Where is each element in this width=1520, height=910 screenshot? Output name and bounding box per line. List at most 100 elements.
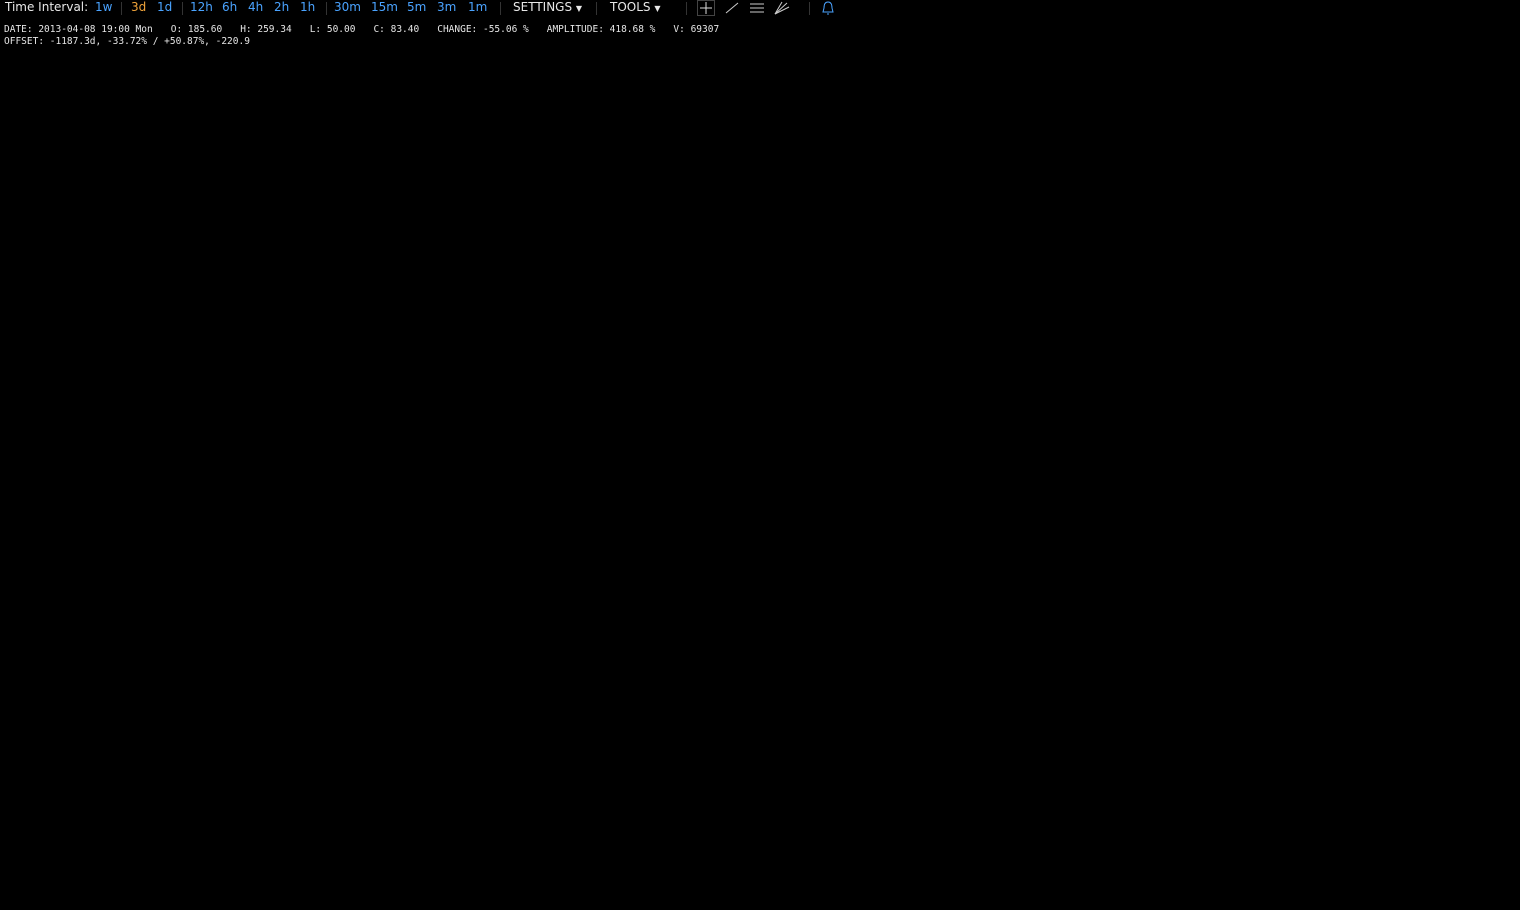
candle-body bbox=[782, 712, 786, 714]
volume-bar bbox=[728, 874, 732, 884]
candle-body bbox=[942, 703, 946, 707]
volume-bar bbox=[453, 880, 457, 884]
interval-1h[interactable]: 1h bbox=[300, 0, 315, 15]
interval-3m[interactable]: 3m bbox=[437, 0, 456, 15]
volume-bar bbox=[978, 852, 982, 884]
volume-bar bbox=[753, 874, 757, 884]
candle-body bbox=[442, 712, 446, 715]
candle-body bbox=[1137, 668, 1141, 672]
volume-bar bbox=[213, 880, 217, 884]
candle-body bbox=[232, 713, 236, 716]
max-price-label: 1163 → bbox=[1353, 55, 1393, 66]
volume-bar bbox=[773, 873, 777, 884]
volume-bar bbox=[578, 877, 582, 884]
volume-bar bbox=[623, 874, 627, 884]
volume-bar bbox=[383, 880, 387, 884]
interval-15m[interactable]: 15m bbox=[371, 0, 398, 15]
volume-bar bbox=[143, 881, 147, 884]
interval-5m[interactable]: 5m bbox=[407, 0, 426, 15]
time-axis-label: Nov bbox=[735, 895, 755, 906]
volume-bar bbox=[713, 874, 717, 884]
volume-bar bbox=[58, 881, 62, 884]
candle-body bbox=[837, 711, 841, 714]
crosshair-icon[interactable] bbox=[697, 0, 715, 16]
interval-4h[interactable]: 4h bbox=[248, 0, 263, 15]
candle-body bbox=[667, 712, 671, 714]
candle-body bbox=[117, 712, 121, 715]
volume-bar bbox=[598, 876, 602, 884]
candle-body bbox=[817, 712, 821, 714]
volume-bar bbox=[848, 873, 852, 884]
candle-body bbox=[1052, 651, 1056, 658]
candle-body bbox=[962, 697, 966, 701]
volume-bar bbox=[513, 877, 517, 884]
pitchfork-icon[interactable] bbox=[773, 0, 791, 16]
volume-bar bbox=[413, 880, 417, 884]
interval-3d[interactable]: 3d bbox=[131, 0, 146, 15]
volume-bar bbox=[898, 872, 902, 884]
volume-bar bbox=[783, 873, 787, 884]
candle-body bbox=[732, 712, 736, 714]
candle-body bbox=[702, 711, 706, 714]
volume-bar bbox=[1128, 863, 1132, 884]
candle-body bbox=[1217, 653, 1221, 659]
candle-body bbox=[207, 713, 211, 715]
tools-menu[interactable]: TOOLS ▼ bbox=[610, 0, 661, 15]
volume-bar bbox=[998, 850, 1002, 884]
volume-bar bbox=[858, 872, 862, 884]
interval-2h[interactable]: 2h bbox=[274, 0, 289, 15]
interval-1m[interactable]: 1m bbox=[468, 0, 487, 15]
candle-body bbox=[1167, 665, 1171, 669]
price-axis-label: 400 bbox=[1461, 488, 1480, 499]
volume-bar bbox=[1188, 853, 1192, 884]
candle-body bbox=[127, 713, 131, 716]
candle-body bbox=[192, 713, 196, 715]
candle-body bbox=[542, 711, 546, 714]
interval-6h[interactable]: 6h bbox=[222, 0, 237, 15]
price-chart[interactable]: 100 200 300 400 500 600 700 800 900 1000 1100 0 5000… bbox=[0, 0, 1520, 910]
volume-bar bbox=[118, 881, 122, 884]
volume-axis-label: 100000 bbox=[1449, 805, 1487, 816]
candle-body bbox=[32, 711, 36, 714]
candle-body bbox=[292, 712, 296, 715]
volume-bar bbox=[548, 876, 552, 884]
candle-body bbox=[527, 711, 531, 714]
volume-bar bbox=[1393, 821, 1397, 884]
volume-bar bbox=[463, 880, 467, 884]
interval-12h[interactable]: 12h bbox=[190, 0, 213, 15]
line-icon[interactable] bbox=[723, 0, 741, 16]
interval-1w[interactable]: 1w bbox=[95, 0, 112, 15]
volume-bar bbox=[128, 881, 132, 884]
volume-bar bbox=[798, 873, 802, 884]
volume-bar bbox=[1343, 845, 1347, 884]
interval-1d[interactable]: 1d bbox=[157, 0, 172, 15]
volume-bar bbox=[868, 874, 872, 884]
candle-body bbox=[227, 713, 231, 716]
interval-30m[interactable]: 30m bbox=[334, 0, 361, 15]
candle-body bbox=[437, 711, 441, 714]
volume-bar bbox=[1383, 818, 1387, 884]
volume-bar bbox=[253, 881, 257, 884]
volume-bar bbox=[393, 880, 397, 884]
volume-bar bbox=[528, 877, 532, 884]
candle-body bbox=[712, 712, 716, 714]
volume-bar bbox=[508, 876, 512, 884]
volume-bar bbox=[243, 881, 247, 884]
volume-bar bbox=[1308, 854, 1312, 884]
alert-bell-icon[interactable] bbox=[819, 0, 837, 16]
candle-body bbox=[1192, 659, 1196, 667]
settings-menu[interactable]: SETTINGS ▼ bbox=[513, 0, 582, 15]
candle-body bbox=[1102, 656, 1106, 660]
candle-body bbox=[1187, 665, 1191, 668]
candle-body bbox=[597, 711, 601, 714]
volume-bar bbox=[1333, 826, 1337, 884]
volume-bar bbox=[53, 881, 57, 884]
price-axis-label: 900 bbox=[1461, 203, 1480, 214]
volume-bar bbox=[583, 877, 587, 884]
candle-body bbox=[1067, 649, 1071, 659]
candle-body bbox=[1387, 150, 1391, 217]
candle-body bbox=[1162, 667, 1166, 670]
candle-body bbox=[1337, 603, 1341, 619]
price-axis-label: 800 bbox=[1461, 260, 1480, 271]
fib-lines-icon[interactable] bbox=[748, 0, 766, 16]
